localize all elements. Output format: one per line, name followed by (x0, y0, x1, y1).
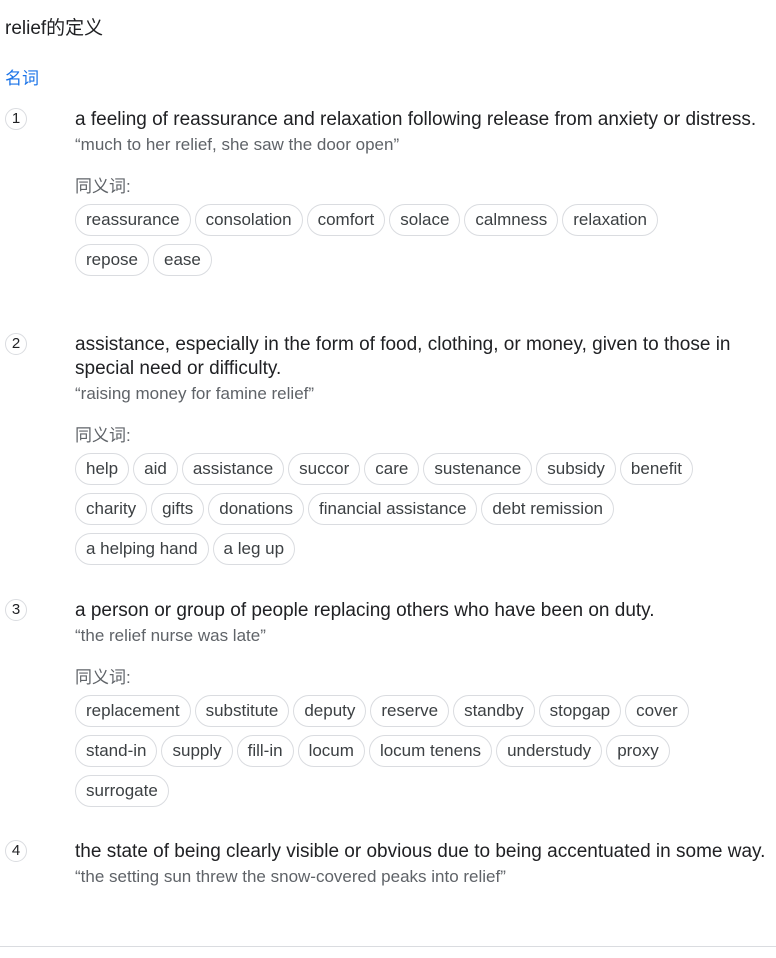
synonym-chip[interactable]: succor (288, 453, 361, 485)
sense-body: a feeling of reassurance and relaxation … (75, 108, 766, 284)
synonym-chip[interactable]: benefit (619, 453, 693, 485)
synonym-chip[interactable]: assistance (181, 453, 285, 485)
definition-text: the state of being clearly visible or ob… (75, 841, 766, 862)
sense-number: 3 (5, 599, 27, 621)
sense-number: 2 (5, 333, 27, 355)
synonym-chip[interactable]: locum tenens (368, 735, 493, 767)
synonym-row: replacement substitute deputy reserve st… (75, 695, 766, 727)
synonym-chip[interactable]: proxy (606, 735, 670, 767)
synonym-chip[interactable]: ease (152, 244, 212, 276)
synonym-chip[interactable]: donations (208, 493, 304, 525)
definition-text: assistance, especially in the form of fo… (75, 334, 731, 379)
synonym-row: a helping hand a leg up (75, 533, 766, 565)
synonym-chip[interactable]: comfort (306, 204, 386, 236)
synonym-chip[interactable]: help (75, 453, 130, 485)
synonym-chip[interactable]: reserve (370, 695, 450, 727)
synonym-chip[interactable]: standby (453, 695, 535, 727)
synonym-chip[interactable]: surrogate (75, 775, 169, 807)
synonym-chip[interactable]: subsidy (536, 453, 616, 485)
synonym-chip[interactable]: reassurance (75, 204, 191, 236)
synonym-row: repose ease (75, 244, 766, 276)
synonym-row: charity gifts donations financial assist… (75, 493, 766, 525)
synonym-row: help aid assistance succor care sustenan… (75, 453, 766, 485)
synonym-chip[interactable]: calmness (464, 204, 559, 236)
synonym-chip[interactable]: debt remission (481, 493, 614, 525)
synonyms-label: 同义词: (75, 426, 131, 445)
sense-body: a person or group of people replacing ot… (75, 599, 766, 815)
synonym-chip[interactable]: a leg up (212, 533, 296, 565)
sense-body: the state of being clearly visible or ob… (75, 840, 766, 888)
synonym-chip[interactable]: understudy (496, 735, 603, 767)
synonym-chip[interactable]: locum (297, 735, 365, 767)
synonym-chip[interactable]: a helping hand (75, 533, 209, 565)
synonym-chip[interactable]: deputy (293, 695, 367, 727)
synonym-chip[interactable]: aid (133, 453, 178, 485)
synonym-chip[interactable]: stand-in (75, 735, 158, 767)
synonym-chip[interactable]: cover (625, 695, 689, 727)
synonym-chip[interactable]: sustenance (423, 453, 533, 485)
synonym-chip[interactable]: stopgap (538, 695, 622, 727)
synonym-chip[interactable]: gifts (151, 493, 205, 525)
synonym-chip[interactable]: relaxation (562, 204, 658, 236)
synonym-chip[interactable]: repose (75, 244, 149, 276)
synonyms-label: 同义词: (75, 668, 131, 687)
synonym-chip[interactable]: charity (75, 493, 148, 525)
synonym-chip[interactable]: consolation (194, 204, 303, 236)
synonym-chip[interactable]: financial assistance (308, 493, 478, 525)
bottom-divider (0, 946, 776, 947)
example-text: “much to her relief, she saw the door op… (75, 135, 400, 154)
example-text: “raising money for famine relief” (75, 384, 315, 403)
sense-body: assistance, especially in the form of fo… (75, 333, 766, 573)
page-title: relief的定义 (5, 18, 104, 39)
synonym-chip[interactable]: care (364, 453, 420, 485)
synonyms-label: 同义词: (75, 177, 131, 196)
definition-text: a feeling of reassurance and relaxation … (75, 109, 757, 130)
definition-text: a person or group of people replacing ot… (75, 600, 655, 621)
synonym-row: reassurance consolation comfort solace c… (75, 204, 766, 236)
example-text: “the relief nurse was late” (75, 626, 266, 645)
synonym-chip[interactable]: replacement (75, 695, 191, 727)
synonym-chip[interactable]: substitute (194, 695, 290, 727)
sense-number: 1 (5, 108, 27, 130)
part-of-speech-label: 名词 (5, 69, 39, 88)
synonym-row: surrogate (75, 775, 766, 807)
synonym-chip[interactable]: solace (389, 204, 461, 236)
synonym-chip[interactable]: fill-in (236, 735, 294, 767)
example-text: “the setting sun threw the snow-covered … (75, 867, 506, 886)
sense-number: 4 (5, 840, 27, 862)
synonym-row: stand-in supply fill-in locum locum tene… (75, 735, 766, 767)
synonym-chip[interactable]: supply (161, 735, 233, 767)
